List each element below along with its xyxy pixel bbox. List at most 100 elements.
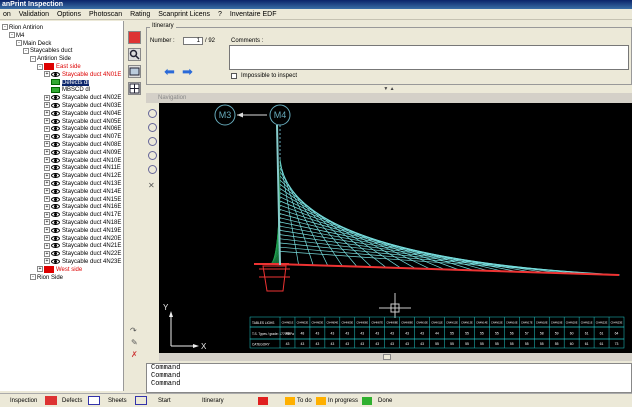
zoom-out-icon[interactable] [148,137,157,146]
expand-icon[interactable]: + [44,258,50,265]
tree-item[interactable]: + Staycable duct 4N04E [44,110,121,118]
close-icon[interactable]: ✕ [148,181,155,190]
tree-item[interactable]: + Staycable duct 4N23E [44,258,121,266]
panel-splitter[interactable]: ▼ ▲ [146,86,632,92]
expand-icon[interactable]: + [44,157,50,164]
expand-icon[interactable]: + [44,71,50,78]
menu-item-help[interactable]: ? [215,11,225,18]
tree-item[interactable]: - Antirion Side [30,55,71,63]
measure-icon[interactable]: ✗ [131,350,138,359]
tree-item[interactable]: + Staycable duct 4N03E [44,102,121,110]
expand-icon[interactable]: + [44,118,50,125]
comments-field[interactable] [229,45,629,70]
tree-item[interactable]: - Main Deck [16,40,51,48]
menu-item-validation[interactable]: Validation [16,11,52,18]
tree-item[interactable]: + Staycable duct 4N11E [44,164,121,172]
menu-item-inventaire[interactable]: Inventaire EDF [227,11,280,18]
expand-icon[interactable]: + [44,172,50,179]
scroll-thumb[interactable] [383,354,391,360]
tree-item[interactable]: - Rion Antirion [2,24,43,32]
expand-icon[interactable]: + [44,235,50,242]
menu-item-licens[interactable]: Scanprint Licens [155,11,213,18]
previous-arrow-icon[interactable]: ⬅ [164,65,175,78]
menu-item-photoscan[interactable]: Photoscan [86,11,125,18]
tab-sheets[interactable]: Sheets [108,396,127,407]
expand-icon[interactable]: + [44,133,50,140]
tree-item[interactable]: + Staycable duct 4N16E [44,203,121,211]
expand-icon[interactable]: - [16,40,22,47]
expand-icon[interactable]: + [44,227,50,234]
expand-icon[interactable]: + [44,180,50,187]
expand-icon[interactable]: + [44,196,50,203]
command-console[interactable]: Command Command Command [146,363,632,393]
tree-item[interactable]: + Staycable duct 4N09E [44,149,121,157]
tree-item[interactable]: + Staycable duct 4N17E [44,211,121,219]
tree-item[interactable]: + Staycable duct 4N22E [44,250,121,258]
tree-item[interactable]: - Staycables duct [23,47,72,55]
expand-icon[interactable]: + [44,219,50,226]
tree-item[interactable]: + Staycable duct 4N08E [44,141,121,149]
tree-item[interactable]: MBSCD dl [51,86,90,94]
next-arrow-icon[interactable]: ➡ [182,65,193,78]
tree-item[interactable]: + Staycable duct 4N05E [44,118,121,126]
menu-item-on[interactable]: on [0,11,14,18]
menu-item-options[interactable]: Options [54,11,84,18]
tab-defects[interactable]: Defects [62,396,82,407]
pencil-icon[interactable]: ✎ [131,338,138,347]
expand-icon[interactable]: + [44,164,50,171]
tree-item[interactable]: - East side [37,63,81,71]
expand-icon[interactable]: - [30,274,36,281]
tree-item[interactable]: + Staycable duct 4N07E [44,133,121,141]
drawing-viewport[interactable]: M3 M4 Y X TABLES LIGHS CN4N01E CN4N02E CN4N… [159,103,632,353]
expand-icon[interactable]: + [44,250,50,257]
tree-item[interactable]: + Staycable duct 4N01E [44,71,121,79]
expand-icon[interactable]: + [44,141,50,148]
zoom-in-icon[interactable] [148,109,157,118]
structure-tree[interactable]: - Rion Antirion - M4- Main Deck - Staycables d… [0,21,124,391]
tree-item[interactable]: + Staycable duct 4N06E [44,125,121,133]
pdf-icon[interactable] [128,31,141,44]
number-input[interactable]: 1 [183,37,203,45]
grid-icon[interactable] [128,82,141,95]
expand-icon[interactable]: + [44,110,50,117]
expand-icon[interactable]: - [23,47,29,54]
tree-item[interactable]: - M4 [9,32,24,40]
expand-icon[interactable]: + [44,94,50,101]
menu-item-rating[interactable]: Rating [127,11,153,18]
expand-icon[interactable]: + [44,211,50,218]
tree-item[interactable]: + Staycable duct 4N14E [44,188,121,196]
expand-icon[interactable]: + [44,149,50,156]
impossible-checkbox[interactable] [231,73,237,79]
tree-item[interactable]: + Staycable duct 4N12E [44,172,121,180]
tree-item[interactable]: + Staycable duct 4N10E [44,157,121,165]
tree-item[interactable]: + Staycable duct 4N20E [44,235,121,243]
pan-icon[interactable]: ↷ [130,326,137,335]
tree-item[interactable]: + West side [37,265,82,274]
expand-icon[interactable]: - [37,63,43,70]
search-icon[interactable] [128,48,141,61]
tree-item[interactable]: + Staycable duct 4N18E [44,219,121,227]
zoom-extents-icon[interactable] [148,151,157,160]
tree-item[interactable]: + Staycable duct 4N02E [44,94,121,102]
zoom-previous-icon[interactable] [148,165,157,174]
tree-item[interactable]: + Staycable duct 4N19E [44,227,121,235]
expand-icon[interactable]: + [44,242,50,249]
tree-item[interactable]: + Staycable duct 4N15E [44,196,121,204]
expand-icon[interactable]: - [9,32,15,39]
expand-icon[interactable]: + [44,125,50,132]
tree-item[interactable]: + Staycable duct 4N13E [44,180,121,188]
expand-icon[interactable]: + [37,266,43,273]
expand-icon[interactable]: + [44,203,50,210]
tree-item[interactable]: - Rion Side [30,274,63,282]
zoom-window-icon[interactable] [148,123,157,132]
expand-icon[interactable]: - [30,55,36,62]
tab-inspection[interactable]: Inspection [10,396,37,407]
horizontal-scrollbar[interactable] [159,353,632,361]
expand-icon[interactable]: + [44,102,50,109]
image-icon[interactable] [128,65,141,78]
tab-start[interactable]: Start [158,396,171,407]
expand-icon[interactable]: + [44,188,50,195]
tree-item[interactable]: Defects dl [51,79,89,87]
tree-item[interactable]: + Staycable duct 4N21E [44,242,121,250]
expand-icon[interactable]: - [2,24,8,31]
